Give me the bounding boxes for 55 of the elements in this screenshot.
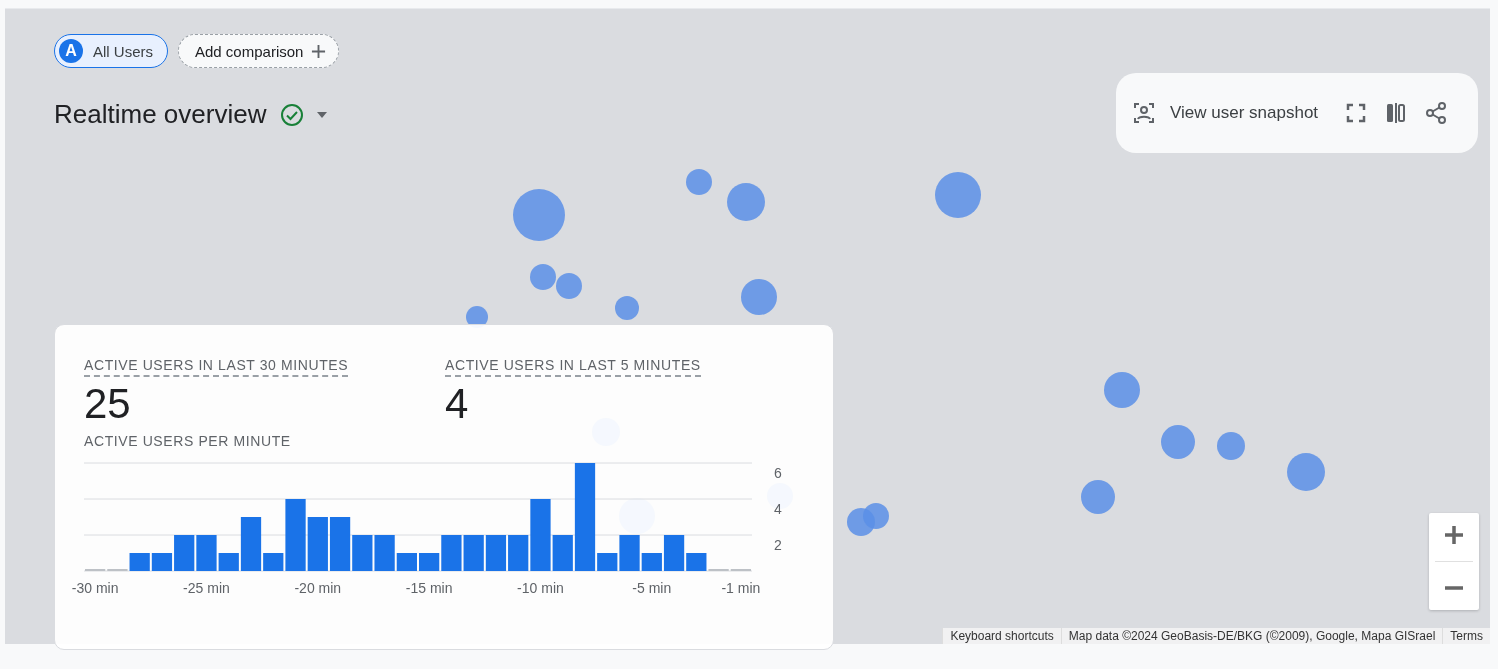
x-axis-tick: -5 min <box>632 580 672 593</box>
x-axis-tick: -30 min <box>71 580 119 593</box>
chart-bar[interactable] <box>240 517 262 571</box>
person-frame-icon <box>1132 101 1156 125</box>
plus-icon <box>311 43 327 59</box>
y-axis-tick: 6 <box>774 465 782 481</box>
chart-bar[interactable] <box>307 517 328 571</box>
y-axis-tick: 2 <box>774 537 782 553</box>
chart-bar[interactable] <box>174 535 195 571</box>
y-axis-tick: 4 <box>774 501 782 517</box>
metric-value: 4 <box>445 379 470 429</box>
chart-bar[interactable] <box>285 499 306 571</box>
map-link[interactable]: Terms <box>1442 628 1490 644</box>
metric-value: 25 <box>84 379 132 429</box>
view-user-snapshot-button[interactable]: View user snapshot <box>1126 101 1325 125</box>
chart-bar[interactable] <box>419 553 440 571</box>
segment-chip[interactable]: A All Users <box>54 34 168 68</box>
chart-bar[interactable] <box>151 553 173 571</box>
x-axis-tick: -20 min <box>294 580 342 593</box>
chart-bar[interactable] <box>441 535 462 571</box>
metric-label[interactable]: ACTIVE USERS IN LAST 5 MINUTES <box>445 357 701 377</box>
map-link[interactable]: Keyboard shortcuts <box>942 628 1061 644</box>
chart-bar[interactable] <box>485 535 507 571</box>
chart-bar[interactable] <box>641 553 662 571</box>
chart-bar[interactable] <box>263 553 284 571</box>
zoom-in-icon[interactable] <box>1442 523 1466 547</box>
chart-bar[interactable] <box>619 535 640 571</box>
chart-bar[interactable] <box>508 535 529 571</box>
chart-bar[interactable] <box>396 553 417 571</box>
chart-title: ACTIVE USERS PER MINUTE <box>84 433 291 449</box>
chart-bar[interactable] <box>352 535 373 571</box>
chart-bar[interactable] <box>597 553 618 571</box>
chart-bar[interactable] <box>686 553 707 571</box>
chart-bar[interactable] <box>574 463 596 571</box>
x-axis-tick: -1 min <box>721 580 761 593</box>
chart-bar[interactable] <box>329 517 351 571</box>
segment-badge: A <box>59 39 83 63</box>
check-circle-icon <box>280 102 305 127</box>
chart-bar[interactable] <box>552 535 573 571</box>
chart-bar[interactable] <box>218 553 239 571</box>
page-title: Realtime overview <box>54 99 267 130</box>
add-comparison-button[interactable]: Add comparison <box>178 34 340 68</box>
caret-icon[interactable] <box>316 110 329 119</box>
share-icon[interactable] <box>1424 101 1449 125</box>
chart-bar[interactable] <box>374 535 395 571</box>
chart-bar[interactable] <box>663 535 685 571</box>
map-attribution-text: Map data ©2024 GeoBasis-DE/BKG (©2009), Google, Mapa GISrael <box>1060 628 1443 644</box>
chart-bar[interactable] <box>196 535 217 571</box>
chart-bar[interactable] <box>129 553 150 571</box>
chart-bar[interactable] <box>463 535 484 571</box>
x-axis-tick: -10 min <box>517 580 564 593</box>
chart-bar[interactable] <box>530 499 551 571</box>
metric-label[interactable]: ACTIVE USERS IN LAST 30 MINUTES <box>84 357 349 377</box>
x-axis-tick: -15 min <box>405 580 453 593</box>
x-axis-tick: -25 min <box>183 580 230 593</box>
